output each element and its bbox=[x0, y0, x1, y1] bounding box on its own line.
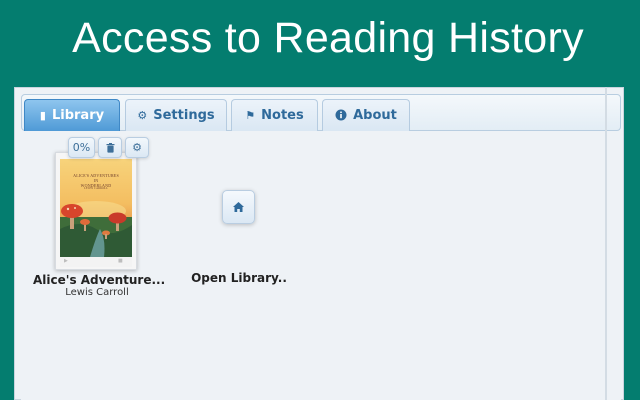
tab-library[interactable]: ▮ Library bbox=[24, 99, 120, 131]
info-icon bbox=[335, 109, 347, 123]
book-settings-button[interactable]: ⚙ bbox=[125, 137, 149, 158]
progress-badge[interactable]: 0% bbox=[68, 137, 95, 158]
book-title[interactable]: Alice's Adventure... bbox=[33, 273, 165, 287]
home-icon bbox=[233, 202, 244, 212]
tab-about[interactable]: About bbox=[322, 99, 410, 131]
tab-settings-label: Settings bbox=[153, 108, 215, 123]
tab-library-label: Library bbox=[51, 108, 105, 123]
play-icon: ▶ bbox=[64, 258, 68, 264]
tab-about-label: About bbox=[353, 108, 397, 123]
progress-label: 0% bbox=[72, 141, 91, 154]
tab-settings[interactable]: ⚙ Settings bbox=[125, 99, 227, 131]
book-author: Lewis Carroll bbox=[65, 287, 129, 298]
book-reader-footer: ▶ ■ bbox=[60, 257, 132, 267]
scrollbar-edge bbox=[605, 87, 607, 400]
reader-controls-icon: ■ bbox=[118, 258, 123, 264]
book-card[interactable]: ALICE'S ADVENTURES IN WONDERLAND LEWIS C… bbox=[55, 152, 137, 270]
banner-title: Access to Reading History bbox=[72, 14, 584, 62]
trash-icon bbox=[106, 142, 114, 153]
tab-bar: ▮ Library ⚙ Settings ⚑ Notes About bbox=[21, 94, 621, 131]
book-icon: ▮ bbox=[39, 109, 46, 122]
gear-icon: ⚙ bbox=[137, 109, 148, 122]
open-library-button[interactable] bbox=[222, 190, 255, 224]
library-content: ALICE'S ADVENTURES IN WONDERLAND LEWIS C… bbox=[21, 132, 621, 400]
tab-notes[interactable]: ⚑ Notes bbox=[231, 99, 318, 131]
gear-icon: ⚙ bbox=[132, 141, 142, 154]
app-window: ▮ Library ⚙ Settings ⚑ Notes About ALICE… bbox=[14, 87, 624, 400]
tab-notes-label: Notes bbox=[261, 108, 304, 123]
open-library-label[interactable]: Open Library.. bbox=[181, 271, 297, 285]
book-cover-image[interactable]: ALICE'S ADVENTURES IN WONDERLAND LEWIS C… bbox=[60, 159, 132, 257]
cover-author: LEWIS CARROLL bbox=[84, 186, 108, 190]
flag-icon: ⚑ bbox=[245, 109, 256, 122]
delete-book-button[interactable] bbox=[98, 137, 122, 158]
